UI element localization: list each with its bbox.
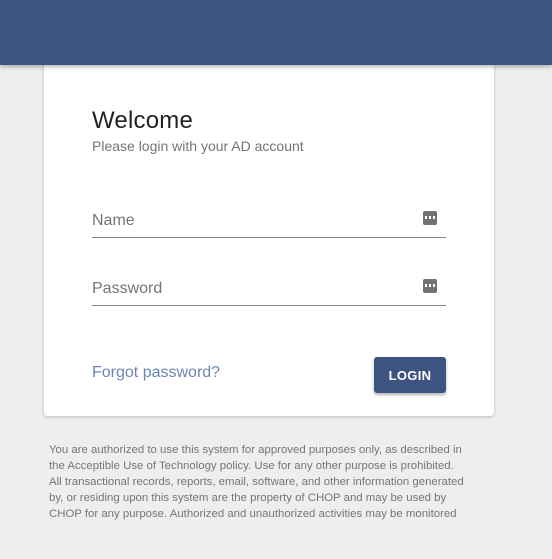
welcome-title: Welcome <box>92 107 193 134</box>
disclaimer-text: You are authorized to use this system fo… <box>49 442 499 522</box>
login-subtitle: Please login with your AD account <box>92 138 304 154</box>
disclaimer-line: CHOP for any purpose. Authorized and una… <box>49 508 457 520</box>
name-field <box>92 207 446 238</box>
name-input[interactable] <box>92 209 412 233</box>
top-app-bar <box>0 0 552 65</box>
disclaimer-line: by, or residing upon this system are the… <box>49 492 447 504</box>
login-card: Welcome Please login with your AD accoun… <box>44 60 494 416</box>
password-input[interactable] <box>92 277 412 301</box>
disclaimer-line: You are authorized to use this system fo… <box>49 444 462 456</box>
login-button[interactable]: LOGIN <box>374 357 446 393</box>
disclaimer-line: the Acceptible Use of Technology policy.… <box>49 460 454 472</box>
password-field <box>92 275 446 306</box>
disclaimer-line: All transactional records, reports, emai… <box>49 476 464 488</box>
forgot-password-link[interactable]: Forgot password? <box>92 364 220 382</box>
password-manager-icon[interactable] <box>423 279 437 293</box>
password-manager-icon[interactable] <box>423 211 437 225</box>
